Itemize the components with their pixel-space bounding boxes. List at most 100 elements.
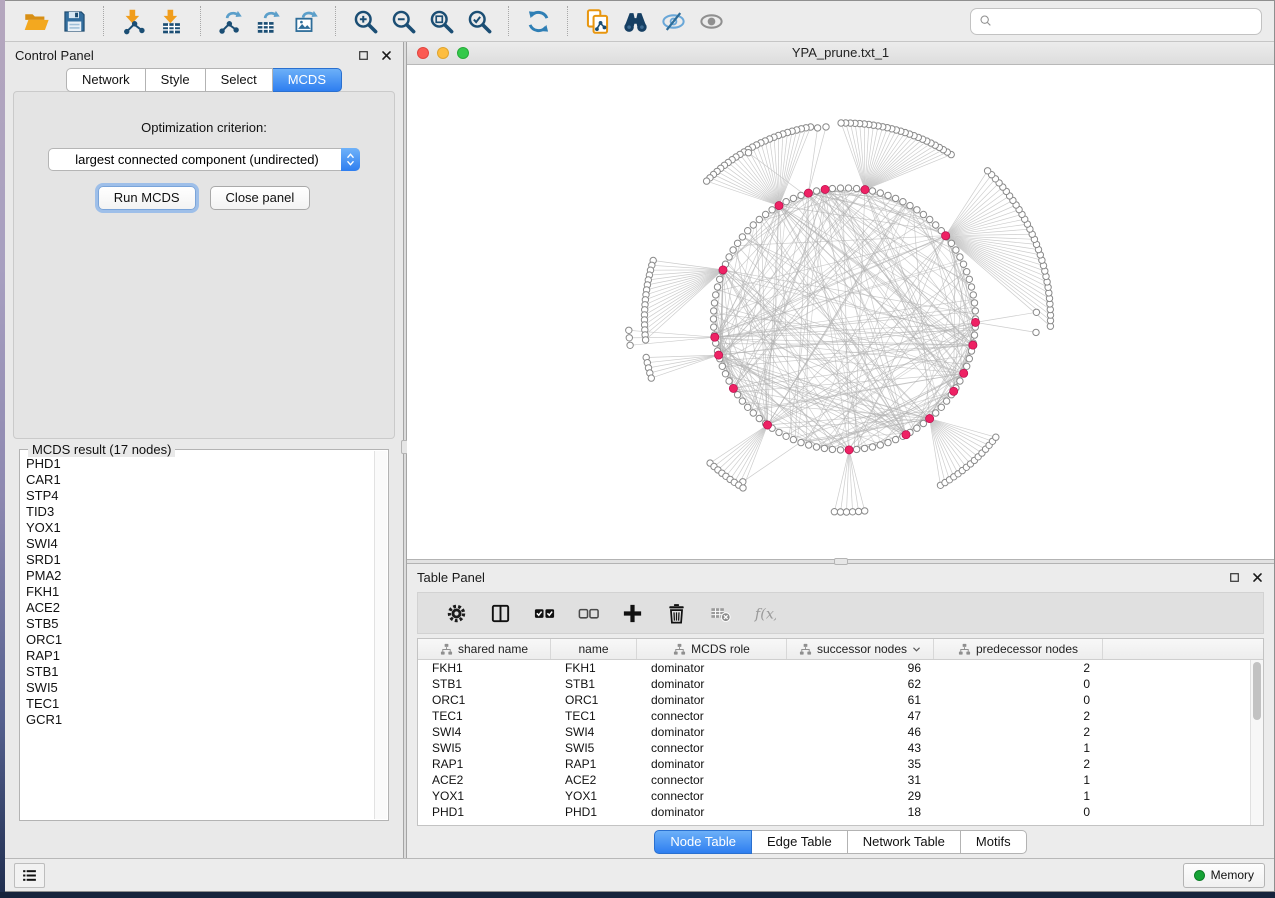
add-column-button[interactable] — [610, 595, 654, 631]
memory-button[interactable]: Memory — [1183, 863, 1265, 888]
mcds-result-item[interactable]: RAP1 — [21, 648, 374, 664]
deselect-all-button[interactable] — [566, 595, 610, 631]
dominator-node[interactable] — [715, 351, 723, 359]
mcds-result-item[interactable]: YOX1 — [21, 520, 374, 536]
search-input[interactable] — [999, 14, 1254, 29]
close-panel-button[interactable]: Close panel — [210, 186, 311, 210]
select-all-button[interactable] — [522, 595, 566, 631]
table-row[interactable]: YOX1YOX1connector291 — [418, 788, 1263, 804]
dominator-node[interactable] — [763, 421, 771, 429]
tab-node-table[interactable]: Node Table — [654, 830, 752, 854]
table-row[interactable]: SWI5SWI5connector431 — [418, 740, 1263, 756]
float-panel-icon[interactable] — [357, 49, 370, 62]
table-row[interactable]: FKH1FKH1dominator962 — [418, 660, 1263, 676]
mcds-result-item[interactable]: ACE2 — [21, 600, 374, 616]
tab-motifs[interactable]: Motifs — [961, 830, 1027, 854]
tab-style[interactable]: Style — [146, 68, 206, 92]
mcds-result-item[interactable]: ORC1 — [21, 632, 374, 648]
close-window-icon[interactable] — [417, 47, 429, 59]
network-canvas[interactable] — [407, 65, 1274, 559]
dominator-node[interactable] — [902, 431, 910, 439]
table-row[interactable]: PHD1PHD1dominator180 — [418, 804, 1263, 820]
dominator-node[interactable] — [775, 202, 783, 210]
table-row[interactable]: SWI4SWI4dominator462 — [418, 724, 1263, 740]
open-file-button[interactable] — [17, 4, 55, 38]
tab-network-table[interactable]: Network Table — [848, 830, 961, 854]
mcds-result-item[interactable]: SRD1 — [21, 552, 374, 568]
tab-select[interactable]: Select — [206, 68, 273, 92]
dominator-node[interactable] — [804, 189, 812, 197]
dominator-node[interactable] — [861, 186, 869, 194]
horizontal-splitter[interactable] — [407, 559, 1274, 564]
search-box — [970, 8, 1262, 35]
column-header-predecessor-nodes[interactable]: predecessor nodes — [934, 639, 1103, 659]
network-graph[interactable] — [407, 65, 1274, 559]
mcds-result-item[interactable]: PHD1 — [21, 456, 374, 472]
column-header-shared-name[interactable]: shared name — [418, 639, 551, 659]
tab-mcds[interactable]: MCDS — [273, 68, 342, 92]
float-table-panel-icon[interactable] — [1228, 571, 1241, 584]
column-header-mcds-role[interactable]: MCDS role — [637, 639, 787, 659]
minimize-window-icon[interactable] — [437, 47, 449, 59]
table-mode-button[interactable] — [434, 595, 478, 631]
column-header-name[interactable]: name — [551, 639, 637, 659]
mcds-result-item[interactable]: TEC1 — [21, 696, 374, 712]
mcds-result-item[interactable]: SWI5 — [21, 680, 374, 696]
tab-network[interactable]: Network — [66, 68, 146, 92]
refresh-layout-button[interactable] — [519, 4, 557, 38]
import-network-button[interactable] — [114, 4, 152, 38]
mcds-result-item[interactable]: STP4 — [21, 488, 374, 504]
zoom-out-button[interactable] — [384, 4, 422, 38]
maximize-window-icon[interactable] — [457, 47, 469, 59]
optimization-criterion-select[interactable]: largest connected component (undirected) — [48, 148, 360, 171]
table-row[interactable]: ACE2ACE2connector311 — [418, 772, 1263, 788]
clone-network-button[interactable] — [578, 4, 616, 38]
table-row[interactable]: STB1STB1dominator620 — [418, 676, 1263, 692]
mcds-result-scrollbar[interactable] — [374, 451, 387, 819]
dominator-node[interactable] — [950, 387, 958, 395]
mcds-result-item[interactable]: CAR1 — [21, 472, 374, 488]
export-table-button[interactable] — [249, 4, 287, 38]
zoom-in-button[interactable] — [346, 4, 384, 38]
table-scrollbar[interactable] — [1250, 660, 1263, 825]
table-row[interactable]: ORC1ORC1dominator610 — [418, 692, 1263, 708]
dominator-node[interactable] — [960, 369, 968, 377]
import-table-button[interactable] — [152, 4, 190, 38]
status-menu-button[interactable] — [14, 863, 45, 888]
mcds-result-item[interactable]: STB5 — [21, 616, 374, 632]
show-columns-button[interactable] — [478, 595, 522, 631]
mcds-result-item[interactable]: GCR1 — [21, 712, 374, 728]
mcds-result-item[interactable]: SWI4 — [21, 536, 374, 552]
table-row[interactable]: TEC1TEC1connector472 — [418, 708, 1263, 724]
delete-column-button[interactable] — [654, 595, 698, 631]
table-row[interactable]: RAP1RAP1dominator352 — [418, 756, 1263, 772]
column-header-successor-nodes[interactable]: successor nodes — [787, 639, 934, 659]
table-scrollbar-thumb[interactable] — [1253, 662, 1261, 720]
dominator-node[interactable] — [719, 266, 727, 274]
dominator-node[interactable] — [711, 333, 719, 341]
dominator-node[interactable] — [942, 232, 950, 240]
hide-selected-button[interactable] — [654, 4, 692, 38]
tab-edge-table[interactable]: Edge Table — [752, 830, 848, 854]
dominator-node[interactable] — [845, 446, 853, 454]
export-network-button[interactable] — [211, 4, 249, 38]
zoom-fit-button[interactable] — [422, 4, 460, 38]
mcds-result-item[interactable]: TID3 — [21, 504, 374, 520]
show-hidden-button[interactable] — [692, 4, 730, 38]
dominator-node[interactable] — [926, 415, 934, 423]
run-mcds-button[interactable]: Run MCDS — [98, 186, 196, 210]
close-panel-icon[interactable] — [380, 49, 393, 62]
dominator-node[interactable] — [821, 185, 829, 193]
horizontal-splitter-grip[interactable] — [834, 558, 848, 565]
dominator-node[interactable] — [729, 384, 737, 392]
close-table-panel-icon[interactable] — [1251, 571, 1264, 584]
find-neighbors-button[interactable] — [616, 4, 654, 38]
mcds-result-item[interactable]: PMA2 — [21, 568, 374, 584]
save-session-button[interactable] — [55, 4, 93, 38]
mcds-result-item[interactable]: FKH1 — [21, 584, 374, 600]
export-image-button[interactable] — [287, 4, 325, 38]
mcds-result-item[interactable]: STB1 — [21, 664, 374, 680]
dominator-node[interactable] — [971, 318, 979, 326]
zoom-selected-button[interactable] — [460, 4, 498, 38]
dominator-node[interactable] — [969, 341, 977, 349]
